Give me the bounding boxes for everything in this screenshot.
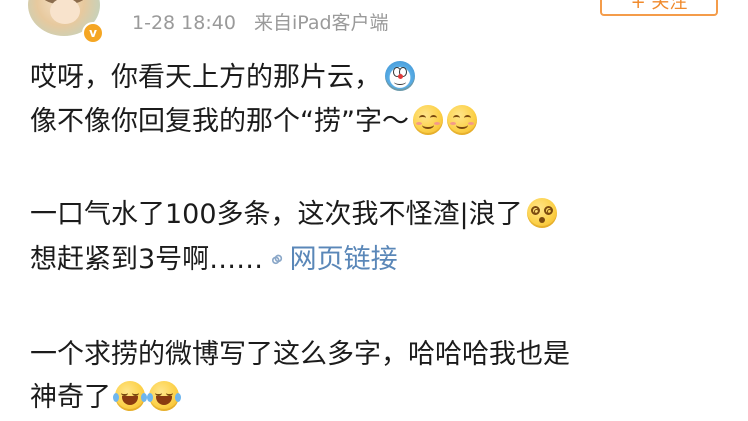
- post-text: 神奇了: [30, 382, 111, 413]
- follow-button[interactable]: + 关注: [600, 0, 718, 16]
- post-meta: 1-28 18:40 来自iPad客户端: [132, 8, 389, 35]
- doraemon-emoji-icon: [385, 60, 415, 91]
- laugh-cry-emoji-icon: [113, 380, 147, 411]
- post-text: 哎呀，你看天上方的那片云，: [30, 62, 381, 93]
- smile-emoji-icon: [412, 104, 443, 135]
- avatar-face: [50, 0, 80, 24]
- post-line: 一口气水了100多条，这次我不怪渣|浪了: [30, 197, 557, 233]
- laugh-cry-emoji-icon: [147, 380, 181, 411]
- smile-emoji-icon: [446, 104, 477, 135]
- post-text: 想赶紧到3号啊……: [30, 244, 264, 275]
- post-line: 一个求捞的微博写了这么多字，哈哈哈我也是: [30, 337, 570, 373]
- post-line: 神奇了: [30, 380, 181, 416]
- web-link[interactable]: 网页链接: [290, 244, 398, 275]
- post-text: 一个求捞的微博写了这么多字，哈哈哈我也是: [30, 339, 570, 370]
- post-line: 像不像你回复我的那个“捞”字～: [30, 104, 477, 140]
- post-line: 想赶紧到3号啊……⚭网页链接: [30, 242, 398, 280]
- dizzy-emoji-icon: [526, 197, 557, 228]
- post-text: 一口气水了100多条，这次我不怪渣|浪了: [30, 199, 523, 230]
- post-line: 哎呀，你看天上方的那片云，: [30, 60, 415, 96]
- verified-badge-icon: v: [82, 22, 104, 44]
- post-source: 来自iPad客户端: [253, 12, 389, 34]
- post-timestamp: 1-28 18:40: [132, 12, 236, 34]
- post-text: 像不像你回复我的那个“捞”字～: [30, 106, 409, 137]
